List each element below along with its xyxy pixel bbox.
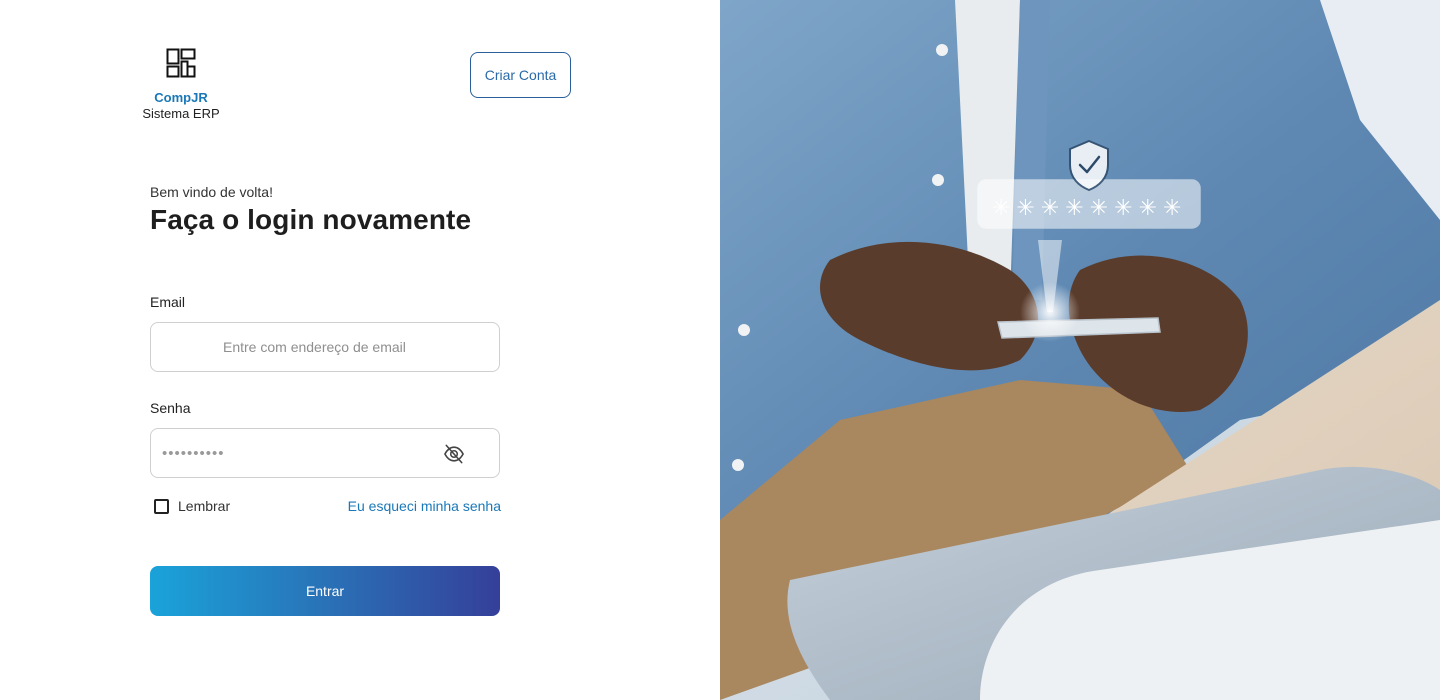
- create-account-button[interactable]: Criar Conta: [470, 52, 571, 98]
- layout-blocks-icon: [166, 48, 196, 78]
- email-field[interactable]: [151, 323, 499, 371]
- security-photo: ✳✳✳✳✳✳✳✳: [720, 0, 1440, 700]
- remember-me-checkbox[interactable]: Lembrar: [154, 498, 230, 514]
- checkbox-box[interactable]: [154, 498, 169, 514]
- email-label: Email: [150, 294, 186, 310]
- password-mask-text: ✳✳✳✳✳✳✳✳: [992, 196, 1187, 221]
- brand-name: CompJR: [154, 90, 208, 105]
- login-button[interactable]: Entrar: [150, 566, 500, 616]
- welcome-text: Bem vindo de volta!: [150, 184, 273, 200]
- remember-label: Lembrar: [178, 498, 231, 514]
- email-field-wrapper: [150, 322, 500, 372]
- eye-off-icon[interactable]: [443, 444, 465, 464]
- brand-logo[interactable]: CompJR Sistema ERP: [140, 48, 222, 122]
- password-field[interactable]: [151, 429, 421, 477]
- password-label: Senha: [150, 400, 191, 416]
- page-title: Faça o login novamente: [150, 204, 472, 235]
- login-panel: CompJR Sistema ERP Criar Conta Bem vindo…: [0, 0, 720, 700]
- brand-subtitle: Sistema ERP: [142, 106, 220, 121]
- forgot-password-link[interactable]: Eu esqueci minha senha: [348, 498, 501, 514]
- hero-image: ✳✳✳✳✳✳✳✳: [720, 0, 1440, 700]
- password-field-wrapper: [150, 428, 500, 478]
